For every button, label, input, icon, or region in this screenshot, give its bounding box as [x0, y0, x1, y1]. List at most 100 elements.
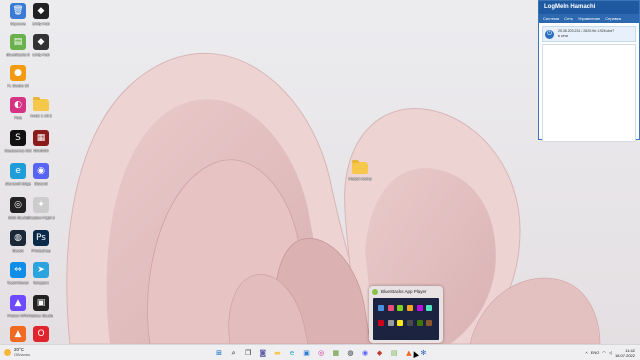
hamachi-menubar: Система Сеть Управление Справка [539, 14, 639, 23]
desktop-icon[interactable]: ● FL Studio 20 [3, 65, 33, 95]
desktop-folder-new[interactable]: Новая папка [346, 160, 374, 190]
network-status: в сети [558, 34, 568, 38]
desktop-icon[interactable]: ◆ Unity Hub [26, 3, 56, 33]
clock-date: 18.07.2022 [614, 352, 635, 358]
app-icon: O [33, 326, 49, 342]
app-tile [387, 320, 394, 326]
app-icon: ◆ [33, 34, 49, 50]
desktop-icon-label: Steam [12, 248, 24, 253]
menu-system[interactable]: Система [543, 14, 559, 23]
app-icon: ▤ [10, 34, 26, 50]
desktop-icon-label: Photoshop [31, 248, 51, 253]
app-tile [426, 320, 433, 326]
app-icon: ◎ [10, 197, 26, 213]
volume-icon[interactable]: ◁ [609, 350, 612, 355]
menu-network[interactable]: Сеть [564, 14, 573, 23]
taskbar-app-red-icon[interactable]: ◆ [375, 348, 385, 358]
taskbar: 20°C Облачно ⊞ ⌕ ❐ ◙ ▬ e ▣ ◎ ▦ ◍ ◉ ◆ ▤ ▲ ✻ ˄ ENG ◠ ◁ 1… [0, 344, 640, 360]
app-tile [397, 305, 404, 311]
app-tile [387, 305, 394, 311]
desktop-icon[interactable]: ▦ WinRAR [26, 130, 56, 160]
hamachi-title[interactable]: LogMeIn Hamachi [539, 1, 639, 14]
bluestacks-taskbar-preview[interactable]: BlueStacks App Player [369, 286, 443, 343]
sun-icon [4, 348, 11, 356]
taskbar-edge-icon[interactable]: e [287, 348, 297, 358]
app-tile [397, 320, 404, 326]
taskbar-bluestacks-icon[interactable]: ▤ [389, 348, 399, 358]
taskbar-instagram-icon[interactable]: ◎ [316, 348, 326, 358]
desktop-icon[interactable]: ✦ Shadow Fight 3 [26, 197, 56, 227]
weather-widget[interactable]: 20°C Облачно [4, 347, 30, 357]
taskbar-search-icon[interactable]: ⌕ [229, 348, 239, 358]
menu-manage[interactable]: Управление [578, 14, 600, 23]
taskbar-settings-icon[interactable]: ✻ [418, 348, 428, 358]
clock[interactable]: 11:42 18.07.2022 [615, 348, 638, 358]
desktop-icon[interactable]: Ps Photoshop [26, 230, 56, 260]
taskbar-chat-icon[interactable]: ◙ [258, 348, 268, 358]
hamachi-network-list[interactable] [542, 44, 636, 142]
desktop-icon-label: Shadow Fight 3 [27, 215, 55, 220]
app-tile [406, 320, 413, 326]
app-icon: ● [10, 65, 26, 81]
app-icon: ⇔ [10, 262, 26, 278]
tray-chevron-icon[interactable]: ˄ [585, 350, 587, 355]
app-tile [416, 320, 423, 326]
desktop-folder-label: Новая папка [348, 176, 372, 181]
app-icon: ◍ [10, 230, 26, 246]
desktop-icon[interactable]: mods 1.19.2 [26, 97, 56, 127]
hamachi-network-row[interactable]: ⏻ 25.38.203.231 / 2620:9b::1926:cbe7 в с… [542, 26, 636, 42]
weather-desc: Облачно [14, 352, 31, 357]
app-icon: ▲ [10, 326, 26, 342]
desktop-icon-label: WinRAR [33, 148, 49, 153]
app-icon: ▲ [10, 295, 26, 311]
preview-window[interactable] [373, 298, 439, 340]
desktop-icon-label: Discord [34, 181, 48, 186]
taskbar-start-icon[interactable]: ⊞ [214, 348, 224, 358]
preview-header: BlueStacks App Player [369, 286, 443, 297]
menu-help[interactable]: Справка [605, 14, 621, 23]
preview-title: BlueStacks App Player [381, 289, 427, 294]
folder-icon [33, 97, 49, 111]
app-icon: ✦ [33, 197, 49, 213]
bluestacks-icon [372, 288, 378, 295]
taskbar-discord-icon[interactable]: ◉ [360, 348, 370, 358]
app-icon: ◐ [10, 97, 26, 113]
app-icon: 🗑 [10, 3, 26, 19]
app-tile [378, 320, 384, 326]
app-icon: S [10, 130, 26, 146]
taskbar-task-view-icon[interactable]: ❐ [243, 348, 253, 358]
desktop-icon-label: FL Studio 20 [6, 83, 30, 88]
desktop-icon-label: Roblox Studio [28, 313, 54, 318]
desktop-icon-label: Pixie [13, 115, 23, 120]
app-tile [426, 305, 433, 311]
app-tile [416, 305, 423, 311]
wifi-icon[interactable]: ◠ [602, 350, 606, 355]
desktop-icon-label: Unity Hub [32, 52, 50, 57]
app-icon: ◉ [33, 163, 49, 179]
desktop-icon[interactable]: ◆ Unity Hub [26, 34, 56, 64]
taskbar-explorer-icon[interactable]: ▬ [272, 348, 282, 358]
taskbar-minecraft-icon[interactable]: ▦ [331, 348, 341, 358]
app-icon: ▦ [33, 130, 49, 146]
desktop-icon-label: mods 1.19.2 [29, 113, 52, 118]
taskbar-store-icon[interactable]: ▣ [302, 348, 312, 358]
app-icon: Ps [33, 230, 49, 246]
app-icon: ▣ [33, 295, 49, 311]
hamachi-window[interactable]: LogMeIn Hamachi Система Сеть Управление … [538, 0, 640, 142]
desktop-icon-label: Unity Hub [32, 21, 50, 26]
app-icon: ➤ [33, 262, 49, 278]
network-info: 25.38.203.231 / 2620:9b::1926:cbe7 в сет… [558, 29, 614, 39]
app-tile [378, 305, 384, 311]
app-icon: ◆ [33, 3, 49, 19]
desktop-icon-label: Корзина [10, 21, 26, 26]
app-tile [406, 305, 413, 311]
tray-lang[interactable]: ENG [591, 350, 600, 355]
desktop-icon[interactable]: ◉ Discord [26, 163, 56, 193]
folder-icon [352, 160, 368, 174]
desktop-icon-label: Telegram [32, 280, 50, 285]
system-tray: ˄ ENG ◠ ◁ 11:42 18.07.2022 [585, 345, 638, 360]
taskbar-steam-icon[interactable]: ◍ [345, 348, 355, 358]
power-icon[interactable]: ⏻ [545, 29, 554, 39]
desktop-icon[interactable]: ➤ Telegram [26, 262, 56, 292]
desktop-icon[interactable]: ▣ Roblox Studio [26, 295, 56, 325]
